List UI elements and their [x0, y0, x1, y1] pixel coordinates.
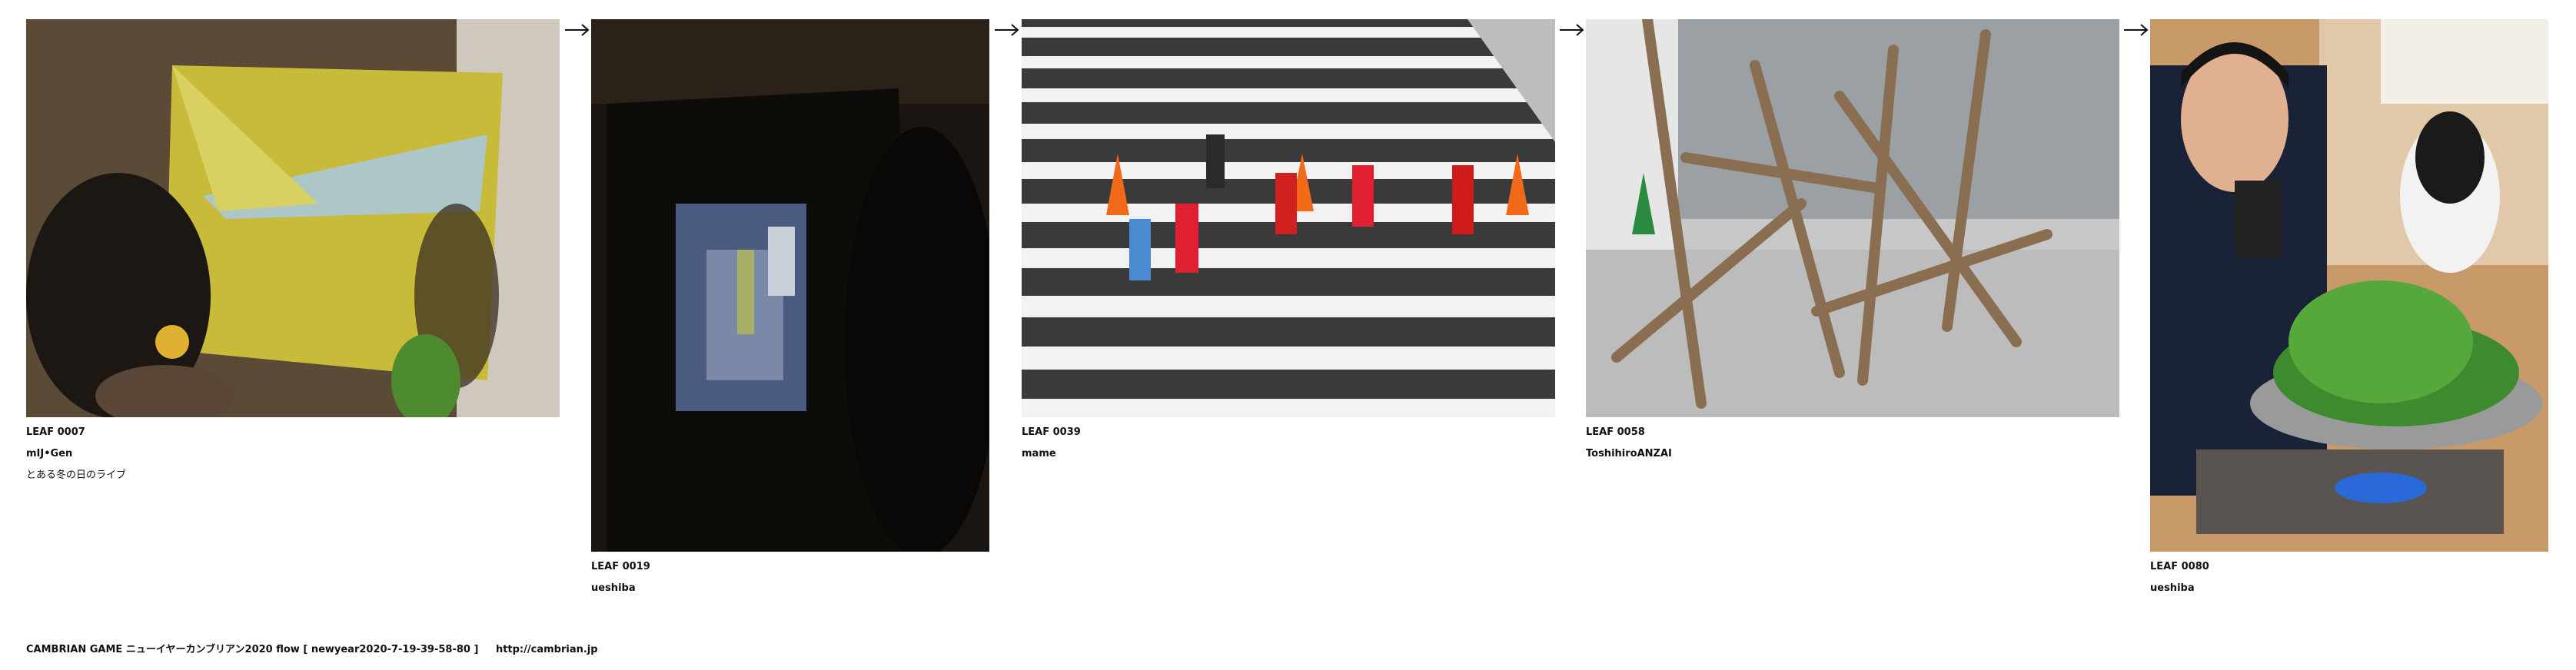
leaf-0019-photo[interactable] — [591, 19, 989, 552]
arrow-right-icon — [2123, 22, 2149, 38]
leaf-id[interactable]: LEAF 0039 — [1022, 422, 1081, 443]
leaf-0007-caption: LEAF 0007 mIJ•Gen とある冬の日のライブ — [26, 422, 126, 486]
leaf-id[interactable]: LEAF 0080 — [2150, 556, 2209, 578]
leaf-0039-caption: LEAF 0039 mame — [1022, 422, 1081, 465]
leaf-0080-photo[interactable] — [2150, 19, 2548, 552]
leaf-id[interactable]: LEAF 0058 — [1586, 422, 1672, 443]
site-link[interactable]: http://cambrian.jp — [496, 644, 598, 655]
leaf-0080-caption: LEAF 0080 ueshiba — [2150, 556, 2209, 599]
leaf-id[interactable]: LEAF 0007 — [26, 422, 126, 443]
leaf-author[interactable]: ueshiba — [2150, 578, 2209, 599]
leaf-0058-photo[interactable] — [1586, 19, 2119, 417]
flow-title: CAMBRIAN GAME ニューイヤーカンブリアン2020 flow [ ne… — [26, 644, 479, 655]
leaf-0058-caption: LEAF 0058 ToshihiroANZAI — [1586, 422, 1672, 465]
leaf-author[interactable]: mame — [1022, 443, 1081, 465]
leaf-author[interactable]: ueshiba — [591, 578, 650, 599]
arrow-right-icon — [564, 22, 590, 38]
leaf-0007-photo[interactable] — [26, 19, 560, 417]
arrow-right-icon — [994, 22, 1020, 38]
arrow-right-icon — [1559, 22, 1585, 38]
page-footer: CAMBRIAN GAME ニューイヤーカンブリアン2020 flow [ ne… — [26, 641, 612, 655]
leaf-title: とある冬の日のライブ — [26, 469, 127, 481]
leaf-0019-caption: LEAF 0019 ueshiba — [591, 556, 650, 599]
leaf-0039-photo[interactable] — [1022, 19, 1555, 417]
flow-page: LEAF 0007 mIJ•Gen とある冬の日のライブ LEAF 0019 u… — [0, 0, 2576, 670]
leaf-author[interactable]: mIJ•Gen — [26, 443, 126, 465]
leaf-id[interactable]: LEAF 0019 — [591, 556, 650, 578]
leaf-author[interactable]: ToshihiroANZAI — [1586, 443, 1672, 465]
